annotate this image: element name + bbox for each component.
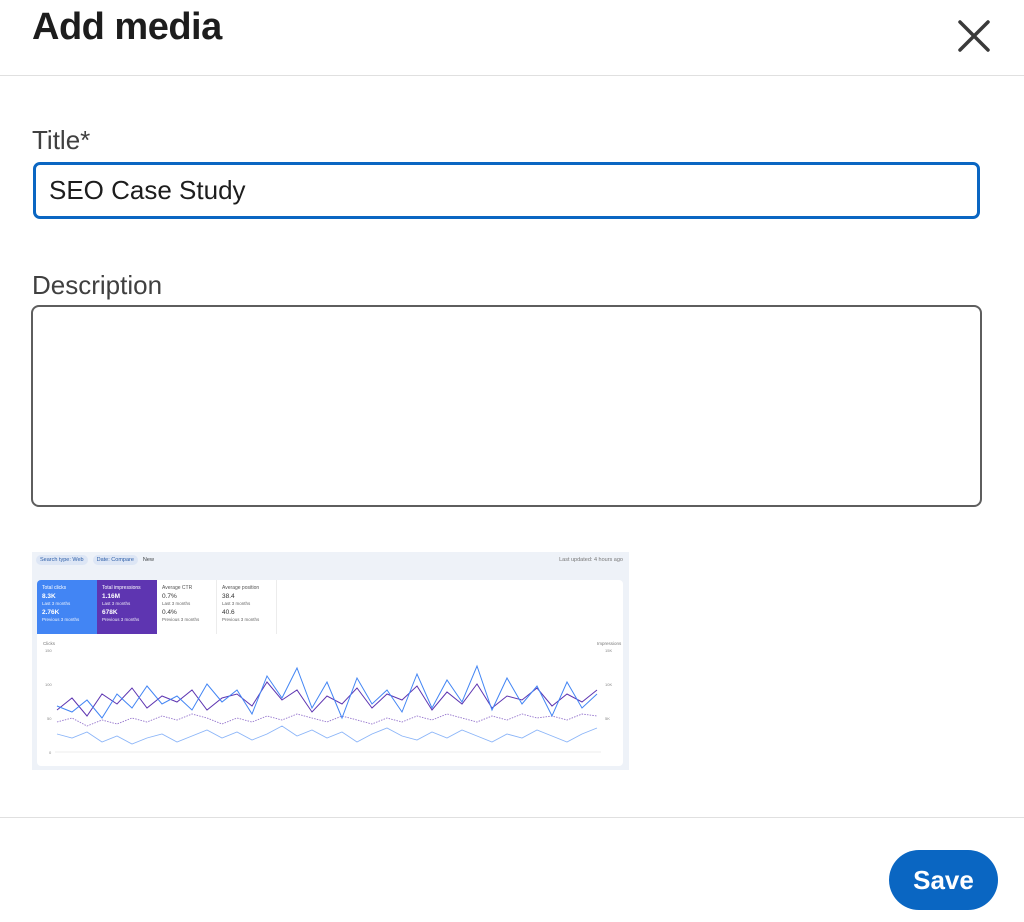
metric-label: Total impressions bbox=[102, 585, 141, 591]
left-tick: 0 bbox=[49, 750, 52, 755]
metric-card-ctr: Average CTR 0.7% Last 3 months 0.4% Prev… bbox=[157, 580, 217, 634]
title-input[interactable] bbox=[33, 162, 980, 219]
metric-value: 38.4 bbox=[222, 593, 235, 601]
title-label: Title* bbox=[32, 125, 91, 155]
metric-sub-prev: Previous 3 months bbox=[42, 617, 80, 623]
series-clicks-prev bbox=[56, 725, 598, 745]
footer-divider bbox=[0, 817, 1024, 818]
metric-value-prev: 2.76K bbox=[42, 609, 60, 616]
metric-value-prev: 40.6 bbox=[222, 609, 235, 616]
close-icon bbox=[958, 20, 990, 52]
right-axis-title: Impressions bbox=[597, 641, 622, 646]
chip-date: Date: Compare bbox=[92, 555, 138, 565]
left-tick: 150 bbox=[45, 648, 52, 653]
description-textarea[interactable] bbox=[31, 305, 982, 507]
close-button[interactable] bbox=[950, 12, 998, 60]
filter-chips: Search type: Web Date: Compare New bbox=[36, 555, 154, 565]
description-label: Description bbox=[32, 270, 163, 300]
metric-card-position: Average position 38.4 Last 3 months 40.6… bbox=[217, 580, 277, 634]
metric-value-prev: 0.4% bbox=[162, 609, 177, 616]
save-button[interactable]: Save bbox=[889, 850, 998, 910]
media-thumbnail[interactable]: Search type: Web Date: Compare New Last … bbox=[32, 552, 629, 770]
chip-new: New bbox=[142, 557, 154, 563]
chip-search-type: Search type: Web bbox=[36, 555, 88, 565]
metric-sub: Last 3 months bbox=[42, 601, 71, 607]
metric-card-impressions: Total impressions 1.16M Last 3 months 67… bbox=[97, 580, 157, 634]
metric-sub: Last 3 months bbox=[102, 601, 131, 607]
metric-sub-prev: Previous 3 months bbox=[162, 617, 200, 623]
dialog-header: Add media bbox=[0, 0, 1024, 76]
metric-value: 0.7% bbox=[162, 593, 177, 601]
right-tick: 5K bbox=[605, 716, 610, 721]
series-clicks bbox=[56, 664, 598, 720]
metric-sub-prev: Previous 3 months bbox=[222, 617, 260, 623]
metric-label: Total clicks bbox=[42, 585, 67, 591]
performance-chart: Clicks Impressions 150 100 50 0 15K 10K … bbox=[43, 641, 622, 755]
dialog-title: Add media bbox=[32, 6, 222, 48]
metric-value-prev: 678K bbox=[102, 609, 118, 616]
last-updated: Last updated: 4 hours ago bbox=[559, 557, 623, 563]
left-axis-title: Clicks bbox=[43, 641, 56, 646]
metric-cards: Total clicks 8.3K Last 3 months 2.76K Pr… bbox=[37, 580, 277, 634]
metric-value: 8.3K bbox=[42, 593, 56, 601]
left-tick: 50 bbox=[47, 716, 52, 721]
right-tick: 10K bbox=[605, 682, 612, 687]
metric-sub: Last 3 months bbox=[162, 601, 191, 607]
series-impressions-prev bbox=[56, 713, 598, 727]
metric-sub: Last 3 months bbox=[222, 601, 251, 607]
metric-value: 1.16M bbox=[102, 593, 121, 601]
right-tick: 15K bbox=[605, 648, 612, 653]
performance-panel: Total clicks 8.3K Last 3 months 2.76K Pr… bbox=[37, 580, 623, 766]
metric-label: Average position bbox=[222, 585, 260, 591]
metric-sub-prev: Previous 3 months bbox=[102, 617, 140, 623]
metric-card-clicks: Total clicks 8.3K Last 3 months 2.76K Pr… bbox=[37, 580, 97, 634]
left-tick: 100 bbox=[45, 682, 52, 687]
metric-label: Average CTR bbox=[162, 585, 193, 591]
